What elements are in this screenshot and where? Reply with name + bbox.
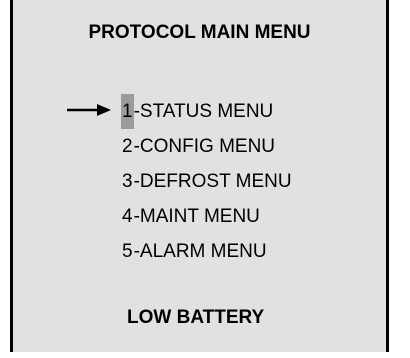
menu-item-label: -DEFROST MENU — [133, 171, 292, 192]
menu-item-number: 4 — [122, 206, 133, 227]
menu-item-maint[interactable]: 4-MAINT MENU — [121, 199, 292, 234]
right-arrow-icon — [67, 104, 111, 116]
menu-item-number: 5 — [122, 241, 133, 262]
menu-item-label: -STATUS MENU — [133, 101, 274, 122]
main-menu-list: 1-STATUS MENU 2-CONFIG MENU 3-DEFROST ME… — [67, 94, 292, 269]
menu-item-number: 1 — [121, 94, 134, 129]
menu-item-defrost[interactable]: 3-DEFROST MENU — [121, 164, 292, 199]
menu-item-status[interactable]: 1-STATUS MENU — [67, 94, 292, 129]
menu-item-number: 3 — [122, 171, 133, 192]
menu-item-config[interactable]: 2-CONFIG MENU — [121, 129, 292, 164]
menu-item-label: -ALARM MENU — [133, 241, 267, 262]
protocol-display-screen: PROTOCOL MAIN MENU 1-STATUS MENU 2-CONFI… — [10, 0, 389, 352]
menu-title: PROTOCOL MAIN MENU — [88, 22, 311, 43]
menu-item-number: 2 — [122, 136, 133, 157]
menu-item-alarm[interactable]: 5-ALARM MENU — [121, 234, 292, 269]
menu-item-label: -MAINT MENU — [133, 206, 260, 227]
low-battery-status: LOW BATTERY — [127, 307, 265, 328]
menu-item-label: -CONFIG MENU — [133, 136, 276, 157]
